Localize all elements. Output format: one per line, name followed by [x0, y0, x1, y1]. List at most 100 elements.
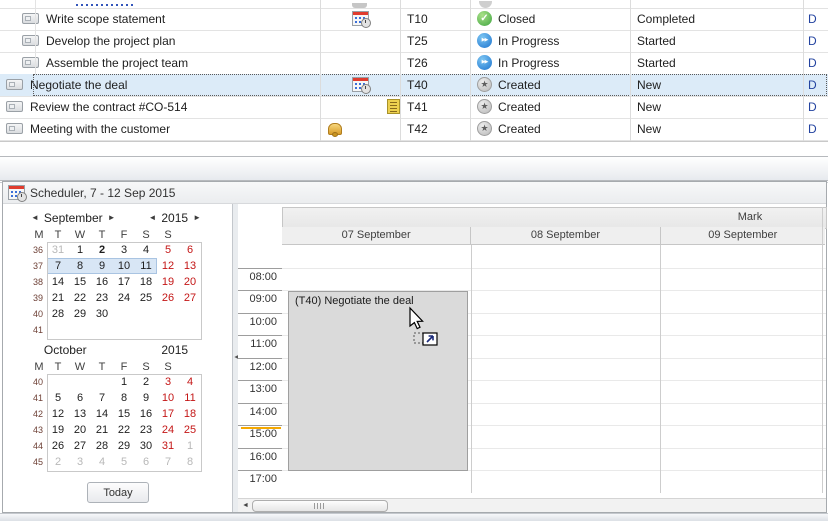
calendar-day[interactable]: 25 — [179, 422, 201, 438]
calendar-day[interactable]: 1 — [179, 438, 201, 454]
calendar-day[interactable]: 29 — [69, 306, 91, 322]
calendar-day[interactable]: 15 — [113, 406, 135, 422]
week-number[interactable]: 37 — [31, 258, 47, 274]
calendar-day[interactable]: 8 — [113, 390, 135, 406]
appointment[interactable]: (T40) Negotiate the deal — [288, 291, 468, 471]
table-row[interactable]: Meeting with the customerT42CreatedNewD — [0, 118, 828, 141]
details-link[interactable]: D — [803, 118, 828, 139]
calendar-day[interactable]: 13 — [69, 406, 91, 422]
calendar-day[interactable]: 23 — [91, 290, 113, 306]
calendar-day[interactable]: 7 — [157, 454, 179, 470]
calendar-day[interactable]: 19 — [157, 274, 179, 290]
calendar-day[interactable]: 5 — [157, 242, 179, 258]
calendar-day[interactable]: 5 — [113, 454, 135, 470]
calendar-day[interactable]: 28 — [47, 306, 69, 322]
calendar-day[interactable]: 3 — [69, 454, 91, 470]
table-row[interactable]: Review the contract #CO-514T41CreatedNew… — [0, 96, 828, 119]
calendar-day[interactable]: 16 — [135, 406, 157, 422]
week-number[interactable]: 43 — [31, 422, 47, 438]
calendar-day[interactable]: 24 — [157, 422, 179, 438]
calendar-day[interactable]: 27 — [69, 438, 91, 454]
calendar-day[interactable]: 31 — [157, 438, 179, 454]
horizontal-scrollbar[interactable]: ◄ — [238, 498, 826, 512]
calendar-day[interactable]: 18 — [135, 274, 157, 290]
details-link[interactable]: D — [803, 30, 828, 51]
scroll-left-arrow-icon[interactable]: ◄ — [240, 501, 251, 510]
calendar-day[interactable]: 15 — [69, 274, 91, 290]
calendar-day[interactable]: 12 — [47, 406, 69, 422]
tree-node-icon[interactable] — [6, 101, 23, 112]
calendar-day[interactable]: 21 — [47, 290, 69, 306]
calendar-day[interactable]: 7 — [47, 258, 69, 274]
calendar-day[interactable]: 17 — [157, 406, 179, 422]
calendar-day[interactable]: 14 — [47, 274, 69, 290]
tree-node-icon[interactable] — [22, 35, 39, 46]
calendar-day[interactable]: 28 — [91, 438, 113, 454]
week-number[interactable]: 41 — [31, 322, 47, 338]
calendar-day[interactable]: 9 — [135, 390, 157, 406]
week-number[interactable]: 36 — [31, 242, 47, 258]
calendar-day[interactable]: 25 — [135, 290, 157, 306]
calendar-day[interactable]: 11 — [179, 390, 201, 406]
calendar-day[interactable]: 30 — [135, 438, 157, 454]
calendar-day[interactable]: 1 — [69, 242, 91, 258]
week-number[interactable]: 38 — [31, 274, 47, 290]
day-header[interactable]: 08 September — [470, 227, 659, 245]
week-number[interactable]: 45 — [31, 454, 47, 470]
today-button[interactable]: Today — [87, 482, 149, 503]
tree-node-icon[interactable] — [22, 57, 39, 68]
day-columns[interactable]: (T40) Negotiate the deal — [282, 245, 826, 493]
details-link[interactable]: D — [803, 74, 828, 95]
week-number[interactable]: 41 — [31, 390, 47, 406]
calendar-day[interactable]: 26 — [157, 290, 179, 306]
details-link[interactable]: D — [803, 52, 828, 73]
calendar-day[interactable]: 3 — [157, 374, 179, 390]
calendar-day[interactable]: 31 — [47, 242, 69, 258]
calendar-day[interactable]: 2 — [47, 454, 69, 470]
calendar-day[interactable]: 18 — [179, 406, 201, 422]
calendar-day[interactable]: 8 — [69, 258, 91, 274]
calendar-day[interactable]: 22 — [113, 422, 135, 438]
calendar-day[interactable]: 7 — [91, 390, 113, 406]
calendar-day[interactable]: 11 — [135, 258, 157, 274]
calendar-day[interactable]: 3 — [113, 242, 135, 258]
calendar-day[interactable]: 8 — [179, 454, 201, 470]
calendar-day[interactable]: 9 — [91, 258, 113, 274]
next-year-icon[interactable]: ► — [193, 214, 201, 222]
table-row[interactable]: Negotiate the dealT40CreatedNewD — [0, 74, 828, 97]
calendar-day[interactable]: 30 — [91, 306, 113, 322]
calendar-day[interactable]: 4 — [135, 242, 157, 258]
week-number[interactable]: 42 — [31, 406, 47, 422]
calendar-day[interactable]: 23 — [135, 422, 157, 438]
tree-node-icon[interactable] — [22, 13, 39, 24]
calendar-day[interactable]: 4 — [179, 374, 201, 390]
calendar-day[interactable]: 20 — [179, 274, 201, 290]
calendar-day[interactable]: 24 — [113, 290, 135, 306]
calendar-day[interactable]: 10 — [113, 258, 135, 274]
table-row[interactable]: Assemble the project teamT26In ProgressS… — [0, 52, 828, 75]
calendar-day[interactable]: 26 — [47, 438, 69, 454]
calendar-day[interactable]: 12 — [157, 258, 179, 274]
calendar-day[interactable]: 20 — [69, 422, 91, 438]
week-number[interactable]: 39 — [31, 290, 47, 306]
calendar-day[interactable]: 10 — [157, 390, 179, 406]
horizontal-splitter[interactable] — [0, 156, 828, 181]
details-link[interactable]: D — [803, 8, 828, 29]
day-header[interactable]: 09 September — [660, 227, 825, 245]
calendar-day[interactable]: 1 — [113, 374, 135, 390]
calendar-day[interactable]: 6 — [135, 454, 157, 470]
calendar-day[interactable]: 6 — [179, 242, 201, 258]
calendar-day[interactable]: 13 — [179, 258, 201, 274]
calendar-day[interactable]: 22 — [69, 290, 91, 306]
calendar-day[interactable]: 2 — [135, 374, 157, 390]
week-number[interactable]: 40 — [31, 374, 47, 390]
calendar-day[interactable]: 14 — [91, 406, 113, 422]
tree-node-icon[interactable] — [6, 79, 23, 90]
calendar-day[interactable]: 17 — [113, 274, 135, 290]
week-number[interactable]: 44 — [31, 438, 47, 454]
calendar-day[interactable]: 5 — [47, 390, 69, 406]
week-number[interactable]: 40 — [31, 306, 47, 322]
day-header[interactable]: 07 September — [282, 227, 470, 245]
calendar-day[interactable]: 29 — [113, 438, 135, 454]
details-link[interactable]: D — [803, 96, 828, 117]
